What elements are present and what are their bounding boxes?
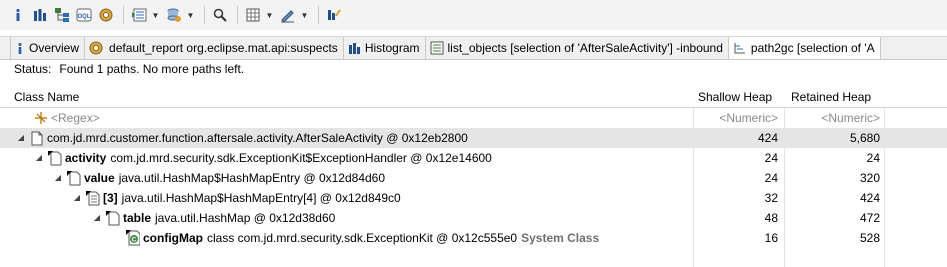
- heap-dump-overview-icon[interactable]: [96, 5, 116, 25]
- status-text: Found 1 paths. No more paths left.: [59, 62, 245, 76]
- shallow-heap-value: 32: [764, 191, 778, 205]
- table-row[interactable]: C configMap class com.jd.mrd.security.sd…: [0, 228, 947, 248]
- info-icon[interactable]: [8, 5, 28, 25]
- shallow-heap-value: 16: [764, 231, 778, 245]
- path2gc-icon: [733, 41, 747, 55]
- column-header-shallow-heap[interactable]: Shallow Heap: [694, 86, 772, 108]
- table-header: Class Name Shallow Heap Retained Heap: [0, 86, 947, 108]
- toolbar-separator: [123, 6, 124, 24]
- retained-numeric-filter[interactable]: <Numeric>: [785, 108, 880, 128]
- tab-label: Histogram: [364, 41, 420, 55]
- column-header-class-name[interactable]: Class Name: [10, 86, 79, 108]
- status-line: Status: Found 1 paths. No more paths left…: [14, 62, 244, 78]
- report-icon: [89, 40, 105, 56]
- shallow-heap-value: 424: [757, 131, 778, 145]
- list-objects-icon: [430, 41, 444, 55]
- row-text: com.jd.mrd.security.sdk.ExceptionKit$Exc…: [110, 151, 492, 165]
- editor-tabs: Overview default_report org.eclipse.mat.…: [0, 36, 947, 60]
- collapse-triangle-icon[interactable]: ◢: [92, 208, 102, 228]
- row-text: java.util.HashMap$HashMapEntry[4] @ 0x12…: [121, 191, 401, 205]
- edit-icon[interactable]: [278, 5, 298, 25]
- tab-histogram[interactable]: Histogram: [344, 37, 426, 59]
- retained-heap-value: 528: [859, 231, 880, 245]
- retained-heap-value: 424: [859, 191, 880, 205]
- histogram-icon[interactable]: [30, 5, 50, 25]
- tab-label: Overview: [29, 41, 80, 55]
- retained-heap-value: 320: [859, 171, 880, 185]
- query-browser-icon[interactable]: [129, 5, 149, 25]
- table-row[interactable]: ◢ com.jd.mrd.customer.function.aftersale…: [0, 128, 947, 148]
- tab-label: list_objects [selection of 'AfterSaleAct…: [447, 41, 723, 55]
- shallow-numeric-filter[interactable]: <Numeric>: [694, 108, 778, 128]
- chevron-down-icon[interactable]: ▼: [300, 5, 309, 25]
- pin-icon[interactable]: [324, 5, 344, 25]
- regex-filter[interactable]: <Regex>: [34, 108, 100, 128]
- toolbar: OQL ▼ ▼ ▼ ▼: [0, 0, 947, 30]
- reference-object-icon: [67, 170, 81, 186]
- array-object-icon: [86, 190, 100, 206]
- svg-text:C: C: [132, 237, 137, 244]
- collapse-triangle-icon[interactable]: ◢: [72, 188, 82, 208]
- tab-label: default_report org.eclipse.mat.api:suspe…: [109, 41, 338, 55]
- object-icon: [30, 130, 44, 146]
- collapse-triangle-icon[interactable]: ◢: [34, 148, 44, 168]
- row-text: com.jd.mrd.customer.function.aftersale.a…: [47, 131, 468, 145]
- tab-default-report[interactable]: default_report org.eclipse.mat.api:suspe…: [85, 37, 344, 59]
- field-name: table: [123, 211, 152, 225]
- histogram-icon: [348, 42, 361, 55]
- reference-object-icon: [48, 150, 62, 166]
- oql-icon[interactable]: OQL: [74, 5, 94, 25]
- field-name: activity: [65, 151, 107, 165]
- retained-heap-value: 24: [866, 151, 880, 165]
- collapse-triangle-icon[interactable]: ◢: [16, 128, 26, 148]
- field-name: [3]: [103, 191, 118, 205]
- shallow-heap-value: 24: [764, 171, 778, 185]
- toolbar-separator: [204, 6, 205, 24]
- regex-filter-placeholder: <Regex>: [51, 111, 100, 125]
- table-row[interactable]: ◢ value java.util.HashMap$HashMapEntry @…: [0, 168, 947, 188]
- toolbar-separator: [318, 6, 319, 24]
- tab-path2gc[interactable]: path2gc [selection of 'A: [728, 37, 881, 59]
- row-text: java.util.HashMap @ 0x12d38d60: [155, 211, 336, 225]
- field-name: configMap: [143, 231, 203, 245]
- chevron-down-icon[interactable]: ▼: [151, 5, 160, 25]
- table-row[interactable]: ◢ [3] java.util.HashMap$HashMapEntry[4] …: [0, 188, 947, 208]
- column-header-retained-heap[interactable]: Retained Heap: [787, 86, 871, 108]
- table-row[interactable]: ◢ activity com.jd.mrd.security.sdk.Excep…: [0, 148, 947, 168]
- retained-heap-value: 5,680: [849, 131, 880, 145]
- results-table: Class Name Shallow Heap Retained Heap <R…: [0, 86, 947, 267]
- filter-row: <Regex> <Numeric> <Numeric>: [0, 108, 947, 128]
- table-row[interactable]: ◢ table java.util.HashMap @ 0x12d38d60 4…: [0, 208, 947, 228]
- reference-object-icon: [106, 210, 120, 226]
- dominator-tree-icon[interactable]: [52, 5, 72, 25]
- tab-overview[interactable]: Overview: [10, 37, 86, 59]
- find-object-icon[interactable]: [164, 5, 184, 25]
- system-class-label: System Class: [521, 231, 600, 245]
- row-text: java.util.HashMap$HashMapEntry @ 0x12d84…: [118, 171, 386, 185]
- toolbar-separator: [237, 6, 238, 24]
- chevron-down-icon[interactable]: ▼: [186, 5, 195, 25]
- row-text: class com.jd.mrd.security.sdk.ExceptionK…: [207, 231, 518, 245]
- retained-heap-value: 472: [859, 211, 880, 225]
- shallow-heap-value: 48: [764, 211, 778, 225]
- chevron-down-icon[interactable]: ▼: [265, 5, 274, 25]
- export-icon[interactable]: [243, 5, 263, 25]
- field-name: value: [84, 171, 115, 185]
- regex-icon: [34, 110, 48, 126]
- shallow-heap-value: 24: [764, 151, 778, 165]
- class-icon: C: [126, 230, 140, 246]
- collapse-triangle-icon[interactable]: ◢: [53, 168, 63, 188]
- info-icon: [15, 42, 25, 55]
- svg-text:OQL: OQL: [78, 14, 91, 20]
- tab-list-objects[interactable]: list_objects [selection of 'AfterSaleAct…: [426, 37, 729, 59]
- tab-label: path2gc [selection of 'A: [750, 41, 875, 55]
- search-icon[interactable]: [210, 5, 230, 25]
- status-label: Status:: [14, 62, 52, 76]
